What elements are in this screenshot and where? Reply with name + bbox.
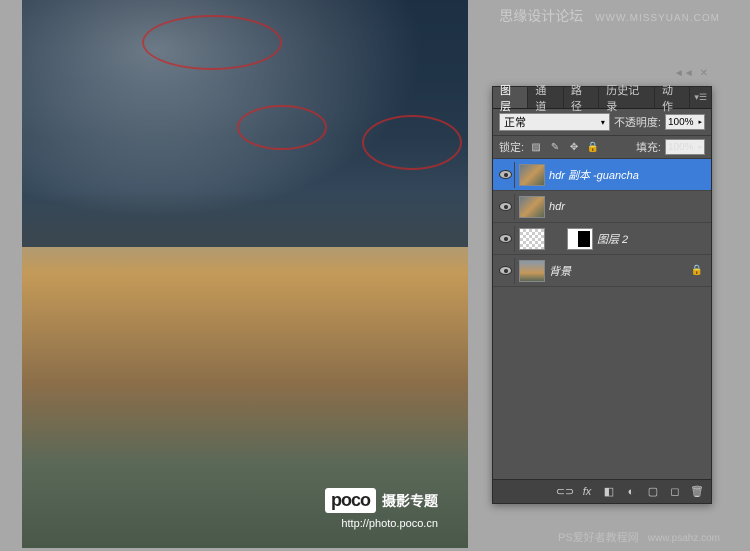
bottom-watermark-url: www.psahz.com — [648, 533, 720, 544]
layer-thumbnail[interactable] — [519, 164, 545, 186]
chevron-right-icon: ▸ — [698, 118, 702, 126]
poco-text: 摄影专题 — [382, 491, 438, 511]
layer-fx-button[interactable]: fx — [577, 483, 597, 501]
fill-input[interactable]: 100% ▸ — [665, 139, 705, 155]
opacity-value: 100% — [668, 117, 694, 128]
lock-label: 锁定: — [499, 139, 524, 155]
new-layer-button[interactable]: ◻ — [665, 483, 685, 501]
panel-collapse-controls[interactable]: ◄◄ ✕ — [674, 68, 708, 79]
eye-icon — [499, 234, 512, 243]
panel-menu-icon[interactable]: ▾☰ — [694, 92, 707, 103]
layer-name[interactable]: 图层 2 — [597, 231, 707, 247]
chevron-down-icon: ▾ — [601, 118, 605, 127]
top-watermark-url: WWW.MISSYUAN.COM — [595, 13, 720, 24]
collapse-left-icon: ◄◄ — [674, 68, 694, 79]
layers-panel: 图层 通道 路径 历史记录 动作 ▾☰ 正常 ▾ 不透明度: 100% ▸ 锁定… — [492, 86, 712, 504]
layer-thumbnail[interactable] — [519, 196, 545, 218]
tab-channels[interactable]: 通道 — [528, 87, 563, 108]
lock-all-icon[interactable]: 🔒 — [585, 139, 601, 155]
fill-label: 填充: — [636, 139, 661, 155]
layer-name[interactable]: 背景 — [549, 263, 687, 279]
opacity-input[interactable]: 100% ▸ — [665, 114, 705, 130]
layer-row[interactable]: 图层 2 — [493, 223, 711, 255]
poco-watermark: poco 摄影专题 — [325, 488, 438, 513]
poco-logo: poco — [325, 488, 376, 513]
layer-thumbnail[interactable] — [519, 260, 545, 282]
fill-value: 100% — [668, 142, 694, 153]
blend-mode-select[interactable]: 正常 ▾ — [499, 113, 610, 131]
annotation-ellipse — [362, 115, 462, 170]
opacity-label: 不透明度: — [614, 114, 661, 130]
visibility-toggle[interactable] — [497, 258, 515, 284]
lock-icons-group: ▨ ✎ ✥ 🔒 — [528, 139, 601, 155]
poco-url: http://photo.poco.cn — [341, 518, 438, 530]
adjustment-layer-button[interactable]: ◐ — [621, 483, 641, 501]
layer-thumbnail[interactable] — [519, 228, 545, 250]
annotation-ellipse — [142, 15, 282, 70]
canvas-area: poco 摄影专题 http://photo.poco.cn — [0, 0, 468, 551]
tab-actions[interactable]: 动作 — [655, 87, 690, 108]
bottom-watermark: PS爱好者教程网 www.psahz.com — [558, 529, 720, 545]
close-icon: ✕ — [700, 68, 708, 79]
visibility-toggle[interactable] — [497, 162, 515, 188]
panel-footer: ⊂⊃ fx ◧ ◐ ▢ ◻ 🗑 — [493, 479, 711, 503]
layer-row[interactable]: hdr 副本 -guancha — [493, 159, 711, 191]
bottom-watermark-text: PS爱好者教程网 — [558, 532, 639, 544]
panel-tabs: 图层 通道 路径 历史记录 动作 ▾☰ — [493, 87, 711, 109]
eye-icon — [499, 170, 512, 179]
photo-canvas[interactable]: poco 摄影专题 http://photo.poco.cn — [22, 0, 468, 548]
eye-icon — [499, 202, 512, 211]
tab-history[interactable]: 历史记录 — [599, 87, 655, 108]
blend-mode-value: 正常 — [504, 114, 526, 130]
layer-mask-thumbnail[interactable] — [567, 228, 593, 250]
delete-layer-button[interactable]: 🗑 — [687, 483, 707, 501]
layer-name[interactable]: hdr — [549, 201, 707, 213]
lock-position-icon[interactable]: ✥ — [566, 139, 582, 155]
visibility-toggle[interactable] — [497, 194, 515, 220]
eye-icon — [499, 266, 512, 275]
group-layers-button[interactable]: ▢ — [643, 483, 663, 501]
lock-pixels-icon[interactable]: ✎ — [547, 139, 563, 155]
visibility-toggle[interactable] — [497, 226, 515, 252]
layers-list: hdr 副本 -guancha hdr 图层 2 背景 🔒 — [493, 159, 711, 479]
chevron-right-icon: ▸ — [698, 143, 702, 151]
add-mask-button[interactable]: ◧ — [599, 483, 619, 501]
tab-paths[interactable]: 路径 — [564, 87, 599, 108]
top-watermark-text: 思缘设计论坛 — [499, 8, 583, 24]
top-watermark: 思缘设计论坛 WWW.MISSYUAN.COM — [499, 6, 720, 26]
layer-name[interactable]: hdr 副本 -guancha — [549, 167, 707, 183]
link-layers-button[interactable]: ⊂⊃ — [555, 483, 575, 501]
tab-layers[interactable]: 图层 — [493, 87, 528, 108]
lock-icon: 🔒 — [691, 265, 703, 276]
layer-row[interactable]: 背景 🔒 — [493, 255, 711, 287]
layer-row[interactable]: hdr — [493, 191, 711, 223]
lock-fill-row: 锁定: ▨ ✎ ✥ 🔒 填充: 100% ▸ — [493, 136, 711, 159]
lock-transparency-icon[interactable]: ▨ — [528, 139, 544, 155]
annotation-ellipse — [237, 105, 327, 150]
